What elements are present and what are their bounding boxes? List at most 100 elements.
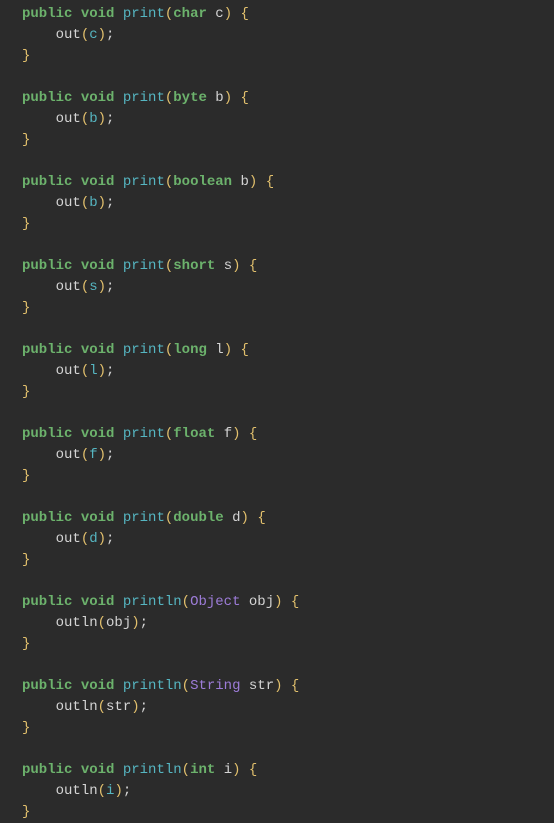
param-name: l <box>215 342 223 358</box>
paren: ( <box>81 195 89 211</box>
method-name: print <box>123 258 165 274</box>
paren: ( <box>81 111 89 127</box>
code-line: } <box>22 634 554 655</box>
paren: ) <box>232 258 240 274</box>
brace: { <box>291 594 299 610</box>
keyword: public <box>22 426 72 442</box>
code-line: out(b); <box>22 193 554 214</box>
paren: ( <box>165 174 173 190</box>
blank-line <box>22 655 554 676</box>
paren: ( <box>98 783 106 799</box>
method-name: print <box>123 174 165 190</box>
code-line: public void println(String str) { <box>22 676 554 697</box>
param-name: c <box>215 6 223 22</box>
call-arg: b <box>89 111 97 127</box>
paren: ( <box>165 258 173 274</box>
semicolon: ; <box>106 27 114 43</box>
brace: } <box>22 132 30 148</box>
call-arg: str <box>106 699 131 715</box>
param-type: char <box>173 6 207 22</box>
code-line: public void println(Object obj) { <box>22 592 554 613</box>
paren: ( <box>165 510 173 526</box>
code-line: outln(i); <box>22 781 554 802</box>
call-name: outln <box>56 699 98 715</box>
brace: } <box>22 48 30 64</box>
code-line: public void print(long l) { <box>22 340 554 361</box>
brace: } <box>22 468 30 484</box>
paren: ) <box>249 174 257 190</box>
keyword: void <box>81 426 115 442</box>
param-name: f <box>224 426 232 442</box>
code-line: public void print(char c) { <box>22 4 554 25</box>
paren: ( <box>98 699 106 715</box>
paren: ( <box>182 594 190 610</box>
code-line: public void print(byte b) { <box>22 88 554 109</box>
call-name: out <box>56 279 81 295</box>
paren: ) <box>98 27 106 43</box>
keyword: public <box>22 6 72 22</box>
brace: { <box>291 678 299 694</box>
paren: ( <box>165 6 173 22</box>
semicolon: ; <box>106 531 114 547</box>
paren: ) <box>232 426 240 442</box>
code-line: } <box>22 382 554 403</box>
param-name: b <box>240 174 248 190</box>
keyword: public <box>22 594 72 610</box>
brace: } <box>22 384 30 400</box>
keyword: public <box>22 342 72 358</box>
blank-line <box>22 319 554 340</box>
paren: ) <box>224 6 232 22</box>
brace: } <box>22 300 30 316</box>
code-line: out(c); <box>22 25 554 46</box>
paren: ) <box>114 783 122 799</box>
semicolon: ; <box>140 615 148 631</box>
brace: { <box>249 258 257 274</box>
call-name: out <box>56 447 81 463</box>
blank-line <box>22 571 554 592</box>
code-line: out(d); <box>22 529 554 550</box>
paren: ( <box>81 363 89 379</box>
code-line: out(b); <box>22 109 554 130</box>
method-name: print <box>123 6 165 22</box>
keyword: public <box>22 174 72 190</box>
param-name: obj <box>249 594 274 610</box>
param-type: float <box>173 426 215 442</box>
code-line: public void print(short s) { <box>22 256 554 277</box>
code-line: } <box>22 46 554 67</box>
code-line: outln(str); <box>22 697 554 718</box>
code-line: outln(obj); <box>22 613 554 634</box>
keyword: void <box>81 762 115 778</box>
brace: } <box>22 720 30 736</box>
keyword: public <box>22 762 72 778</box>
semicolon: ; <box>106 111 114 127</box>
blank-line <box>22 151 554 172</box>
code-editor[interactable]: public void print(char c) { out(c);} pub… <box>0 4 554 823</box>
brace: { <box>249 426 257 442</box>
paren: ) <box>131 615 139 631</box>
code-line: } <box>22 130 554 151</box>
brace: { <box>241 342 249 358</box>
keyword: void <box>81 342 115 358</box>
param-type: byte <box>173 90 207 106</box>
keyword: public <box>22 90 72 106</box>
call-arg: f <box>89 447 97 463</box>
brace: { <box>257 510 265 526</box>
method-name: print <box>123 426 165 442</box>
param-type: int <box>190 762 215 778</box>
keyword: public <box>22 510 72 526</box>
code-line: out(s); <box>22 277 554 298</box>
param-type: String <box>190 678 240 694</box>
blank-line <box>22 235 554 256</box>
brace: } <box>22 552 30 568</box>
paren: ( <box>81 279 89 295</box>
call-arg: l <box>89 363 97 379</box>
brace: { <box>241 6 249 22</box>
param-type: long <box>173 342 207 358</box>
code-line: out(f); <box>22 445 554 466</box>
brace: } <box>22 804 30 820</box>
paren: ) <box>131 699 139 715</box>
paren: ) <box>98 363 106 379</box>
param-name: d <box>232 510 240 526</box>
paren: ( <box>81 531 89 547</box>
paren: ) <box>98 279 106 295</box>
